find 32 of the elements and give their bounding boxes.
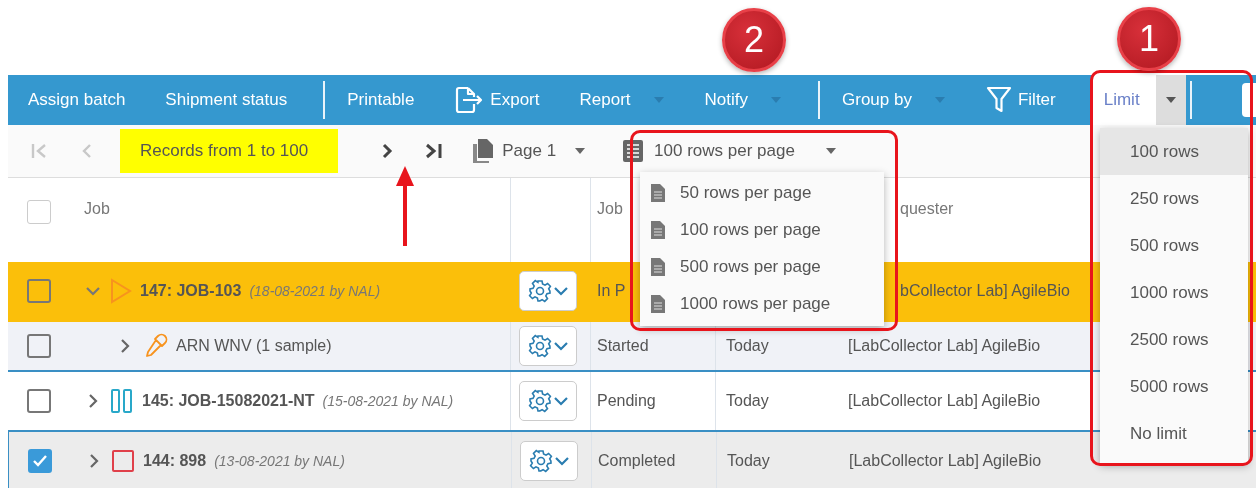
menu-item[interactable]: 100 rows per page <box>640 211 884 248</box>
menu-item[interactable]: 1000 rows per page <box>640 285 884 322</box>
records-label: Records from 1 to 100 <box>120 129 339 173</box>
menu-item[interactable]: 1000 rows <box>1100 269 1248 316</box>
number-badge: 1 <box>1117 7 1181 71</box>
requester-cell-text: bCollector Lab] AgileBio <box>899 282 1070 300</box>
job-meta: (15-08-2021 by NAL) <box>322 393 454 409</box>
menu-item[interactable]: 100 rows <box>1100 128 1248 175</box>
status-cell-text: Pending <box>596 392 656 410</box>
rows-per-page-select[interactable]: 100 rows per page <box>622 139 837 163</box>
job-title[interactable]: 144: 898 <box>143 452 207 470</box>
job-title[interactable]: 145: JOB-15082021-NT <box>142 392 315 410</box>
requester-cell-text: [LabCollector Lab] AgileBio <box>847 392 1041 410</box>
requester-cell-text: [LabCollector Lab] AgileBio <box>847 337 1041 355</box>
job-meta: (13-08-2021 by NAL) <box>214 453 345 469</box>
date-cell-text: Today <box>725 337 769 355</box>
status-cell-text: Completed <box>597 452 676 470</box>
page-select[interactable]: Page 1 <box>470 138 587 164</box>
menu-item[interactable]: 250 rows <box>1100 175 1248 222</box>
job-meta: (18-08-2021 by NAL) <box>249 283 381 299</box>
job-title[interactable]: 147: JOB-103 <box>140 282 242 300</box>
sample-title[interactable]: ARN WNV (1 sample) <box>176 337 332 355</box>
status-cell-text: In P <box>596 282 626 300</box>
column-header[interactable]: quester <box>900 200 954 217</box>
status-cell-text: Started <box>596 337 649 355</box>
date-cell-text: Today <box>725 392 769 410</box>
number-badge: 2 <box>722 8 786 72</box>
date-cell-text: Today <box>726 452 770 470</box>
column-header[interactable]: Job <box>597 200 623 217</box>
column-header[interactable]: Job <box>84 200 110 217</box>
requester-cell-text: [LabCollector Lab] AgileBio <box>848 452 1042 470</box>
menu-item[interactable]: 50 rows per page <box>640 174 884 211</box>
